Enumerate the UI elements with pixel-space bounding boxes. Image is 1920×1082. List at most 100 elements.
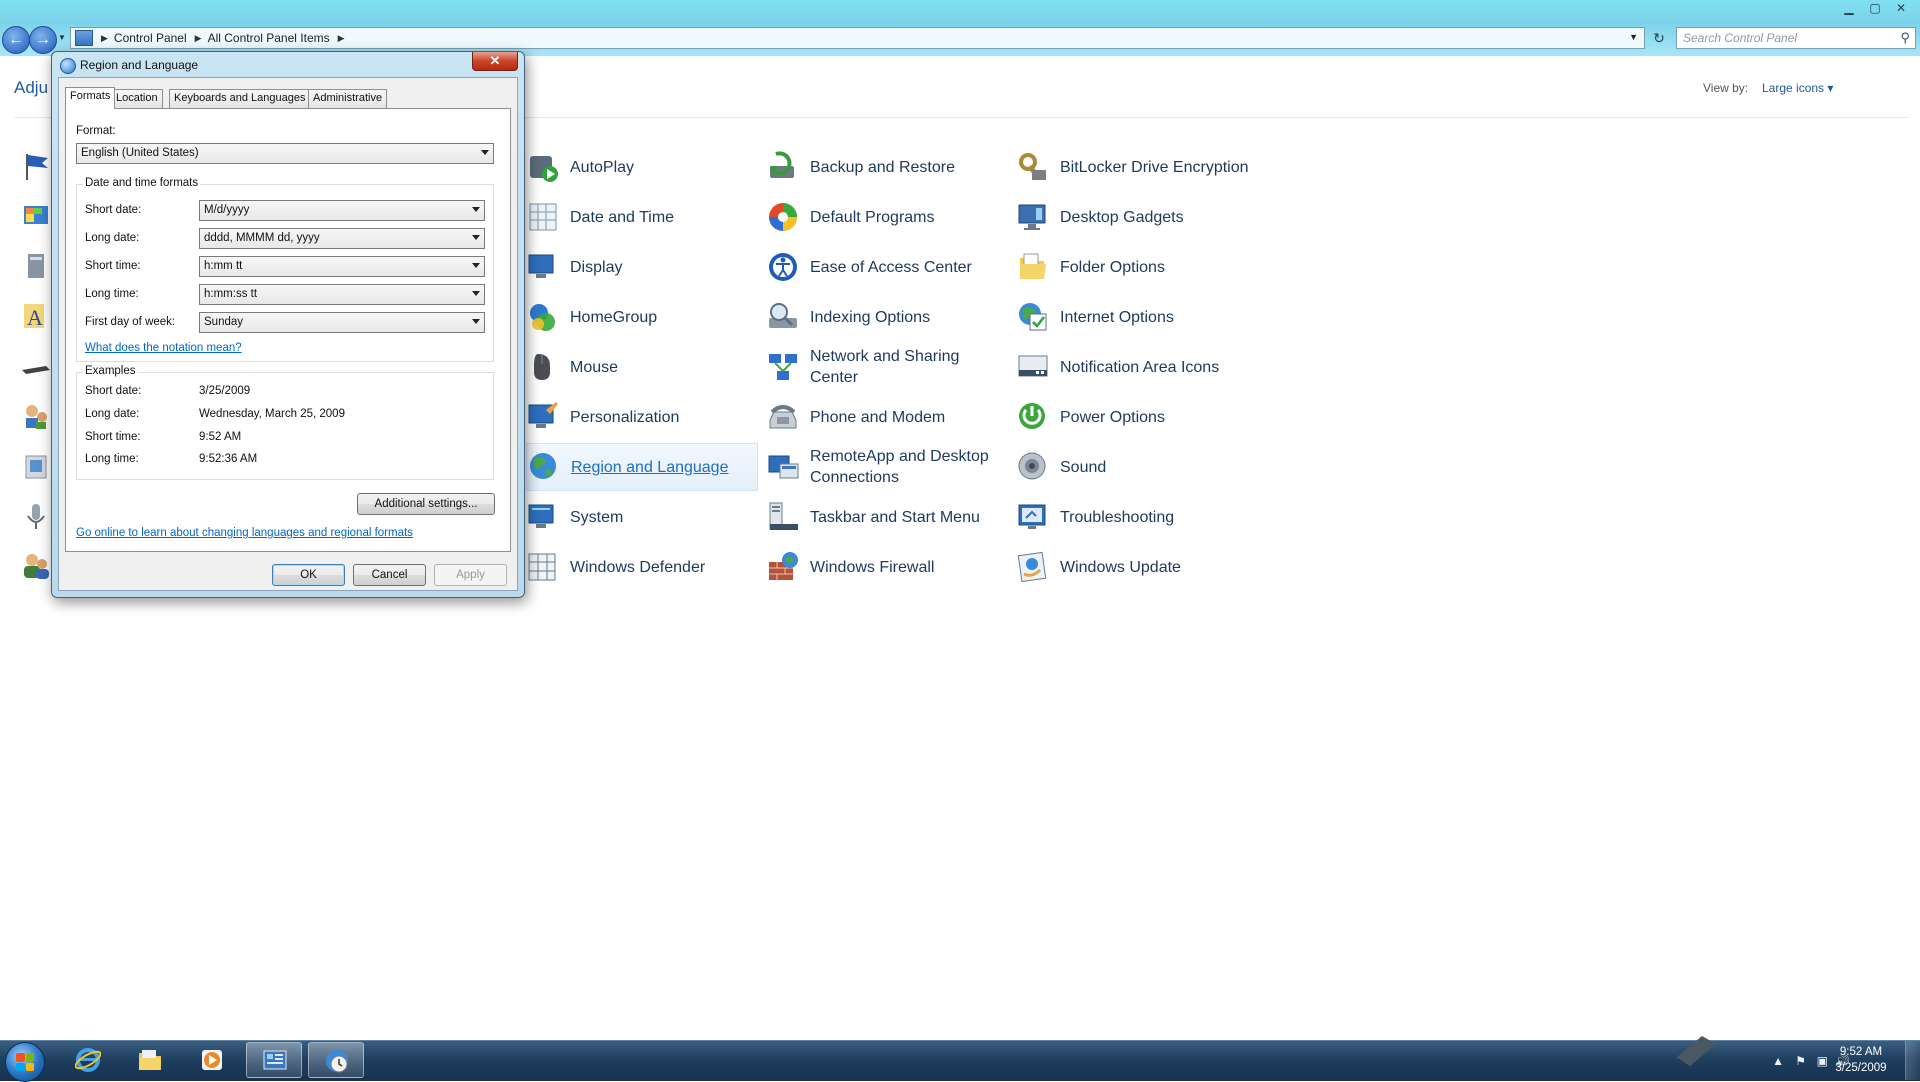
cancel-button[interactable]: Cancel	[353, 564, 426, 586]
cp-item-desktop-gadgets[interactable]: Desktop Gadgets	[1016, 194, 1266, 240]
region-and-language-dialog: Region and Language ✕ Formats Location K…	[51, 51, 525, 598]
cp-item-internet-options[interactable]: Internet Options	[1016, 294, 1266, 340]
color-management-icon[interactable]	[20, 200, 52, 232]
long-date-select[interactable]: dddd, MMMM dd, yyyy	[199, 228, 485, 249]
short-time-label: Short time:	[85, 260, 141, 272]
close-button[interactable]: ✕	[1890, 0, 1912, 16]
user-accounts-icon[interactable]	[20, 550, 52, 582]
phone-icon	[769, 405, 797, 429]
cp-item-default-programs[interactable]: Default Programs	[766, 194, 996, 240]
speech-recognition-icon[interactable]	[20, 500, 52, 532]
search-icon[interactable]: ⚲	[1900, 30, 1910, 46]
cp-item-date-and-time[interactable]: Date and Time	[526, 194, 756, 240]
cp-item-autoplay[interactable]: AutoPlay	[526, 144, 756, 190]
cp-item-notification-area-icons[interactable]: Notification Area Icons	[1016, 344, 1266, 390]
fonts-icon[interactable]: A	[20, 300, 52, 332]
programs-icon[interactable]	[20, 450, 52, 482]
cp-item-homegroup[interactable]: HomeGroup	[526, 294, 756, 340]
view-by-dropdown[interactable]: Large icons ▾	[1762, 81, 1833, 95]
clock-time[interactable]: 9:52 AM	[1826, 1046, 1896, 1058]
cp-item-power-options[interactable]: Power Options	[1016, 394, 1266, 440]
short-time-select[interactable]: h:mm tt	[199, 256, 485, 277]
show-hidden-icons-icon[interactable]: ▲	[1772, 1054, 1784, 1068]
search-input[interactable]: Search Control Panel ⚲	[1676, 27, 1916, 49]
cp-item-display[interactable]: Display	[526, 244, 756, 290]
cp-item-network-and-sharing[interactable]: Network and Sharing Center	[766, 344, 996, 390]
format-select[interactable]: English (United States)	[76, 143, 494, 164]
cp-item-windows-update[interactable]: Windows Update	[1016, 544, 1266, 590]
cp-item-system[interactable]: System	[526, 494, 756, 540]
first-day-select[interactable]: Sunday	[199, 312, 485, 333]
apply-button[interactable]: Apply	[434, 564, 507, 586]
cp-item-sound[interactable]: Sound	[1016, 444, 1266, 490]
keyboard-icon[interactable]	[20, 350, 52, 382]
example-short-date-label: Short date:	[85, 385, 142, 397]
online-help-link[interactable]: Go online to learn about changing langua…	[76, 527, 413, 539]
cp-item-windows-firewall[interactable]: Windows Firewall	[766, 544, 996, 590]
desktop-gadget-book-icon	[1676, 1036, 1716, 1068]
address-bar[interactable]: ▶ Control Panel ▶ All Control Panel Item…	[70, 27, 1645, 49]
cp-item-taskbar-and-start-menu[interactable]: Taskbar and Start Menu	[766, 494, 996, 540]
breadcrumb-arrow-icon[interactable]: ▶	[195, 33, 202, 44]
cp-item-personalization[interactable]: Personalization	[526, 394, 756, 440]
globe-clock-icon	[326, 1050, 348, 1073]
cp-item-folder-options[interactable]: Folder Options	[1016, 244, 1266, 290]
show-desktop-button[interactable]	[1905, 1041, 1920, 1080]
cp-item-phone-and-modem[interactable]: Phone and Modem	[766, 394, 996, 440]
view-by-label: View by:	[1703, 81, 1749, 95]
autoplay-icon	[530, 156, 558, 182]
chevron-down-icon	[472, 291, 480, 296]
action-center-icon[interactable]	[20, 150, 52, 182]
group-title: Date and time formats	[83, 177, 201, 189]
minimize-button[interactable]: ▁	[1838, 0, 1860, 16]
tab-administrative[interactable]: Administrative	[308, 89, 388, 108]
breadcrumb-all-items[interactable]: All Control Panel Items	[208, 31, 330, 45]
cp-item-indexing-options[interactable]: Indexing Options	[766, 294, 996, 340]
forward-button[interactable]: →	[29, 26, 57, 54]
cp-item-backup-and-restore[interactable]: Backup and Restore	[766, 144, 996, 190]
indexing-icon	[769, 303, 797, 328]
start-button[interactable]	[5, 1042, 45, 1082]
default-programs-icon	[769, 203, 797, 231]
taskbar-region-and-language[interactable]	[308, 1042, 364, 1078]
parental-controls-icon[interactable]	[20, 400, 52, 432]
address-dropdown-icon[interactable]: ▼	[1629, 32, 1638, 42]
refresh-button[interactable]: ↻	[1648, 28, 1670, 48]
taskbar-internet-explorer[interactable]	[60, 1042, 116, 1078]
taskbar-control-panel[interactable]	[246, 1042, 302, 1078]
notation-help-link[interactable]: What does the notation mean?	[85, 342, 242, 354]
breadcrumb-control-panel[interactable]: Control Panel	[114, 31, 187, 45]
tab-location[interactable]: Location	[111, 89, 163, 108]
taskbar-windows-explorer[interactable]	[122, 1042, 178, 1078]
maximize-button[interactable]: ▢	[1864, 0, 1886, 16]
cp-item-windows-defender[interactable]: Windows Defender	[526, 544, 756, 590]
breadcrumb-arrow-icon[interactable]: ▶	[101, 33, 108, 44]
tab-formats[interactable]: Formats	[65, 87, 116, 109]
remoteapp-icon	[768, 455, 799, 479]
action-center-flag-icon[interactable]: ⚑	[1795, 1054, 1806, 1068]
breadcrumb-arrow-icon[interactable]: ▶	[338, 33, 345, 44]
cp-item-troubleshooting[interactable]: Troubleshooting	[1016, 494, 1266, 540]
example-long-time-value: 9:52:36 AM	[199, 453, 258, 465]
search-placeholder: Search Control Panel	[1683, 31, 1798, 45]
back-button[interactable]: ←	[2, 26, 30, 54]
firewall-icon	[769, 552, 798, 580]
tab-keyboards-and-languages[interactable]: Keyboards and Languages	[169, 89, 311, 108]
svg-text:A: A	[27, 305, 43, 330]
cp-item-ease-of-access[interactable]: Ease of Access Center	[766, 244, 996, 290]
cp-item-remoteapp[interactable]: RemoteApp and Desktop Connections	[766, 444, 996, 490]
dialog-close-button[interactable]: ✕	[472, 52, 518, 71]
recent-pages-dropdown[interactable]: ▼	[58, 33, 66, 42]
clock-date[interactable]: 3/25/2009	[1826, 1062, 1896, 1074]
ok-button[interactable]: OK	[272, 564, 345, 586]
additional-settings-button[interactable]: Additional settings...	[357, 493, 495, 515]
cp-item-mouse[interactable]: Mouse	[526, 344, 756, 390]
format-label: Format:	[76, 125, 116, 137]
device-manager-icon[interactable]	[20, 250, 52, 282]
page-title: Adju	[14, 78, 49, 97]
taskbar-media-player[interactable]	[184, 1042, 240, 1078]
cp-item-region-and-language[interactable]: Region and Language	[526, 443, 758, 491]
short-date-select[interactable]: M/d/yyyy	[199, 200, 485, 221]
long-time-select[interactable]: h:mm:ss tt	[199, 284, 485, 305]
cp-item-bitlocker[interactable]: BitLocker Drive Encryption	[1016, 144, 1266, 190]
